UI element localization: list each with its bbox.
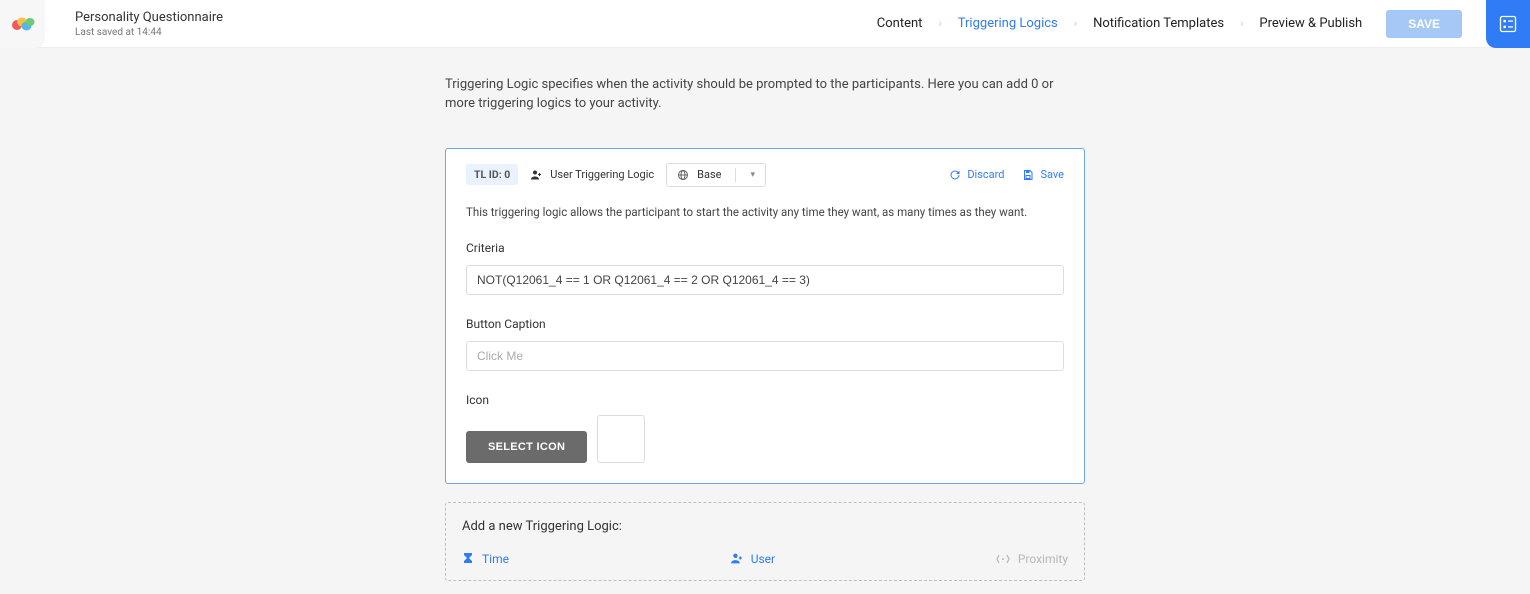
nav-triggering-logics[interactable]: Triggering Logics: [958, 16, 1058, 31]
add-proximity-option: Proximity: [996, 552, 1068, 566]
checklist-icon: [1498, 14, 1518, 34]
globe-icon: [677, 169, 689, 181]
nav-preview-publish[interactable]: Preview & Publish: [1259, 16, 1362, 31]
save-card-button[interactable]: Save: [1022, 168, 1064, 181]
chevron-right-icon: ›: [938, 17, 941, 30]
page-title: Personality Questionnaire: [75, 10, 223, 25]
icon-row: SELECT ICON: [466, 415, 1064, 463]
triggering-logic-card: TL ID: 0 User Triggering Logic Base ▾: [445, 148, 1085, 484]
add-options: Time User Proximity: [462, 552, 1068, 566]
intro-text: Triggering Logic specifies when the acti…: [445, 76, 1085, 114]
select-icon-button[interactable]: SELECT ICON: [466, 431, 587, 463]
card-header: TL ID: 0 User Triggering Logic Base ▾: [466, 163, 1064, 187]
nav-content[interactable]: Content: [877, 16, 923, 31]
tl-id-chip: TL ID: 0: [466, 164, 518, 185]
proximity-icon: [996, 553, 1010, 565]
tl-type-chip: User Triggering Logic: [526, 166, 658, 183]
top-bar: Personality Questionnaire Last saved at …: [0, 0, 1530, 48]
add-triggering-logic-panel: Add a new Triggering Logic: Time User: [445, 502, 1085, 581]
discard-icon: [949, 169, 961, 181]
save-button[interactable]: SAVE: [1386, 10, 1462, 38]
add-user-option[interactable]: User: [730, 552, 775, 566]
side-panel-toggle[interactable]: [1486, 0, 1530, 48]
separator: [735, 168, 736, 182]
base-selector[interactable]: Base ▾: [666, 163, 766, 187]
save-icon: [1022, 169, 1034, 181]
add-time-option[interactable]: Time: [462, 552, 509, 566]
discard-button[interactable]: Discard: [949, 168, 1004, 181]
base-label: Base: [697, 168, 721, 181]
criteria-label: Criteria: [466, 241, 1064, 255]
tl-type-label: User Triggering Logic: [550, 168, 654, 181]
card-actions: Discard Save: [949, 168, 1064, 181]
criteria-input[interactable]: [466, 265, 1064, 295]
app-logo-icon: [11, 15, 35, 33]
card-description: This triggering logic allows the partici…: [466, 205, 1064, 219]
title-block: Personality Questionnaire Last saved at …: [75, 10, 223, 38]
chevron-right-icon: ›: [1240, 17, 1243, 30]
main-content: Triggering Logic specifies when the acti…: [445, 48, 1085, 581]
button-caption-label: Button Caption: [466, 317, 1064, 331]
chevron-right-icon: ›: [1074, 17, 1077, 30]
nav-notification-templates[interactable]: Notification Templates: [1093, 16, 1224, 31]
user-icon: [530, 169, 542, 181]
last-saved-text: Last saved at 14:44: [75, 27, 223, 38]
hourglass-icon: [462, 552, 474, 566]
app-logo: [0, 0, 45, 48]
user-icon: [730, 552, 743, 565]
icon-label: Icon: [466, 393, 1064, 407]
icon-preview: [597, 415, 645, 463]
button-caption-input[interactable]: [466, 341, 1064, 371]
main-nav: Content › Triggering Logics › Notificati…: [877, 10, 1462, 38]
chevron-down-icon[interactable]: ▾: [746, 170, 759, 180]
add-panel-title: Add a new Triggering Logic:: [462, 519, 1068, 534]
